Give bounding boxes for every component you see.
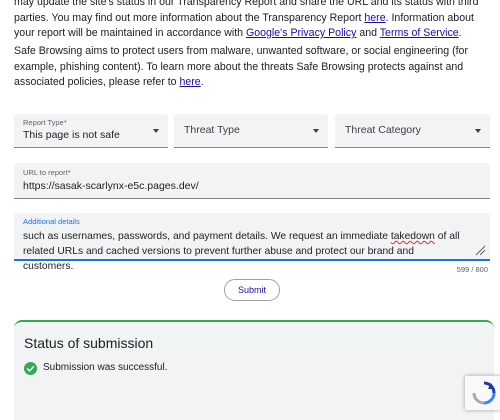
details-text: such as usernames, passwords, and paymen… [23,231,391,242]
threat-type-select[interactable]: Threat Type [174,114,328,148]
submit-button[interactable]: Submit [224,279,280,301]
terms-of-service-link[interactable]: Terms of Service [380,27,459,39]
additional-details-label: Additional details [23,217,80,226]
recaptcha-badge[interactable] [465,376,500,410]
threat-category-placeholder: Threat Category [345,124,421,136]
status-title: Status of submission [24,335,154,351]
threat-category-select[interactable]: Threat Category [335,114,490,148]
url-value: https://sasak-scarlynx-e5c.pages.dev/ [23,180,199,192]
recaptcha-icon [472,381,496,405]
additional-details-value: such as usernames, passwords, and paymen… [23,229,466,274]
caret-down-icon [313,129,319,133]
status-message: Submission was successful. [43,362,168,373]
caret-down-icon [153,129,159,133]
safe-browsing-paragraph: Safe Browsing aims to protect users from… [14,44,492,91]
transparency-report-link[interactable]: here [364,12,385,24]
character-counter: 599 / 800 [456,265,488,274]
report-type-value: This page is not safe [23,129,120,141]
url-label: URL to report* [23,168,71,177]
misspelled-word: takedown [390,231,435,242]
report-type-label: Report Type* [23,118,67,127]
paragraph-text: Safe Browsing aims to protect users from… [14,45,468,88]
check-circle-icon [24,362,37,375]
url-input[interactable]: URL to report* https://sasak-scarlynx-e5… [14,163,490,199]
additional-details-textarea[interactable]: Additional details such as usernames, pa… [14,213,490,272]
status-card: Status of submission Submission was succ… [14,320,494,420]
threats-policy-link[interactable]: here [179,76,200,88]
report-type-select[interactable]: Report Type* This page is not safe [14,114,168,148]
privacy-policy-link[interactable]: Google's Privacy Policy [246,27,356,39]
paragraph-text: . [200,76,204,88]
transparency-paragraph: may update the site's status in our Tran… [14,0,492,42]
paragraph-text: and [356,27,380,39]
threat-type-placeholder: Threat Type [184,124,240,136]
paragraph-text: . [458,27,462,39]
resize-handle-icon[interactable] [474,244,486,256]
caret-down-icon [475,129,481,133]
